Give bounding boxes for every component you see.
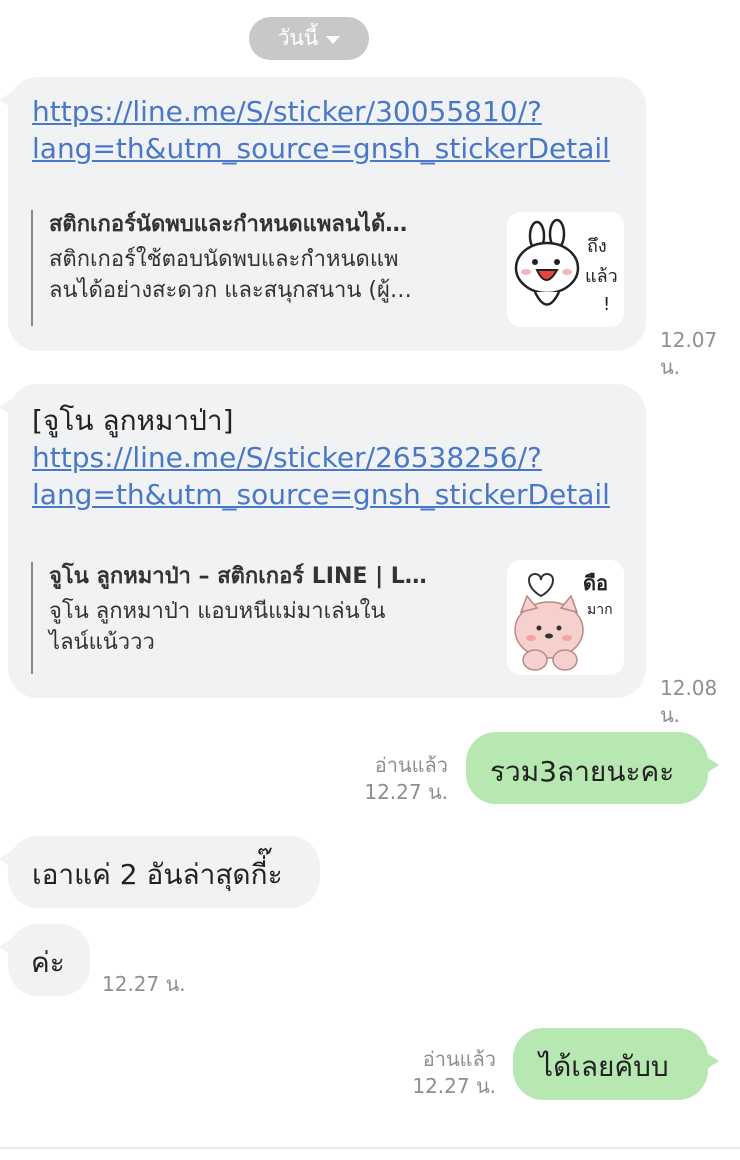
preview-description: สติกเกอร์ใช้ตอบนัดพบและกำหนดแพ ลนได้อย่า…: [49, 244, 509, 306]
bubble-tail: [0, 938, 13, 956]
incoming-link-message[interactable]: [จูโน ลูกหมาป่า] https://line.me/S/stick…: [0, 384, 646, 698]
sticker-thumbnail[interactable]: ถึง แล้ว !: [507, 212, 624, 327]
bubble-tail: [705, 756, 719, 774]
preview-description-line: สติกเกอร์ใช้ตอบนัดพบและกำหนดแพ: [49, 247, 399, 272]
preview-description-line: ไลน์แน้ววว: [49, 630, 155, 655]
read-receipt: อ่านแล้ว: [422, 1047, 496, 1071]
bubble-tail: [705, 1052, 719, 1070]
preview-description-line: จูโน ลูกหมาป่า แอบหนีแม่มาเล่นใน: [49, 599, 386, 624]
link-line[interactable]: https://line.me/S/sticker/30055810/?: [32, 93, 610, 130]
link-line[interactable]: lang=th&utm_source=gnsh_stickerDetail: [32, 476, 610, 513]
sticker-thumbnail[interactable]: ดือ มาก: [507, 560, 624, 675]
link-line[interactable]: lang=th&utm_source=gnsh_stickerDetail: [32, 130, 610, 167]
preview-description: จูโน ลูกหมาป่า แอบหนีแม่มาเล่นใน ไลน์แน้…: [49, 596, 509, 658]
bubble-tail: [0, 91, 13, 109]
date-separator-button[interactable]: วันนี้: [249, 17, 369, 60]
bubble-tail: [0, 398, 13, 416]
sticker-caption: แล้ว: [585, 266, 618, 287]
message-text: ได้เลยคับบ: [539, 1050, 669, 1083]
message-meta: อ่านแล้ว 12.27 น.: [330, 752, 448, 806]
message-text: รวม3ลายนะคะ: [490, 755, 675, 788]
outgoing-message[interactable]: ได้เลยคับบ: [513, 1028, 719, 1100]
message-text: เอาแค่ 2 อันล่าสุดกี่๊ะ: [32, 858, 283, 891]
message-time: 12.07 น.: [660, 328, 718, 379]
read-receipt: อ่านแล้ว: [374, 753, 448, 777]
message-time: 12.08 น.: [660, 676, 718, 727]
link-preview-card[interactable]: สติกเกอร์นัดพบและกำหนดแพลนได้… สติกเกอร์…: [31, 210, 509, 326]
divider: [0, 1147, 740, 1149]
message-time: 12.27 น.: [364, 780, 448, 804]
sticker-caption: ดือ: [583, 571, 608, 595]
link-preview-card[interactable]: จูโน ลูกหมาป่า – สติกเกอร์ LINE | L… จูโ…: [31, 562, 509, 674]
sticker-caption: ถึง: [587, 236, 607, 257]
incoming-message[interactable]: เอาแค่ 2 อันล่าสุดกี่๊ะ: [0, 836, 320, 908]
preview-title: สติกเกอร์นัดพบและกำหนดแพลนได้…: [49, 212, 408, 237]
outgoing-message[interactable]: รวม3ลายนะคะ: [466, 732, 719, 804]
message-time: 12.27 น.: [102, 972, 186, 996]
incoming-message[interactable]: ค่ะ: [0, 924, 90, 996]
message-body: [จูโน ลูกหมาป่า] https://line.me/S/stick…: [32, 402, 610, 513]
bubble-tail: [0, 850, 13, 868]
incoming-link-message[interactable]: https://line.me/S/sticker/30055810/? lan…: [0, 77, 646, 351]
message-time: 12.27 น.: [412, 1074, 496, 1098]
sticker-caption: มาก: [587, 602, 613, 618]
bunny-sticker-icon: ถึง แล้ว !: [507, 212, 624, 327]
message-prefix: [จูโน ลูกหมาป่า]: [32, 404, 234, 437]
message-text: ค่ะ: [31, 946, 65, 979]
date-label: วันนี้: [277, 26, 319, 50]
message-meta: อ่านแล้ว 12.27 น.: [378, 1046, 496, 1100]
chevron-down-icon: [326, 35, 341, 44]
message-link[interactable]: https://line.me/S/sticker/30055810/? lan…: [32, 93, 610, 167]
link-line[interactable]: https://line.me/S/sticker/26538256/?: [32, 439, 610, 476]
preview-description-line: ลนได้อย่างสะดวก และสนุกสนาน (ผู้…: [49, 278, 412, 303]
puppy-sticker-icon: ดือ มาก: [507, 560, 624, 675]
preview-title: จูโน ลูกหมาป่า – สติกเกอร์ LINE | L…: [49, 564, 427, 589]
sticker-caption: !: [603, 294, 610, 315]
